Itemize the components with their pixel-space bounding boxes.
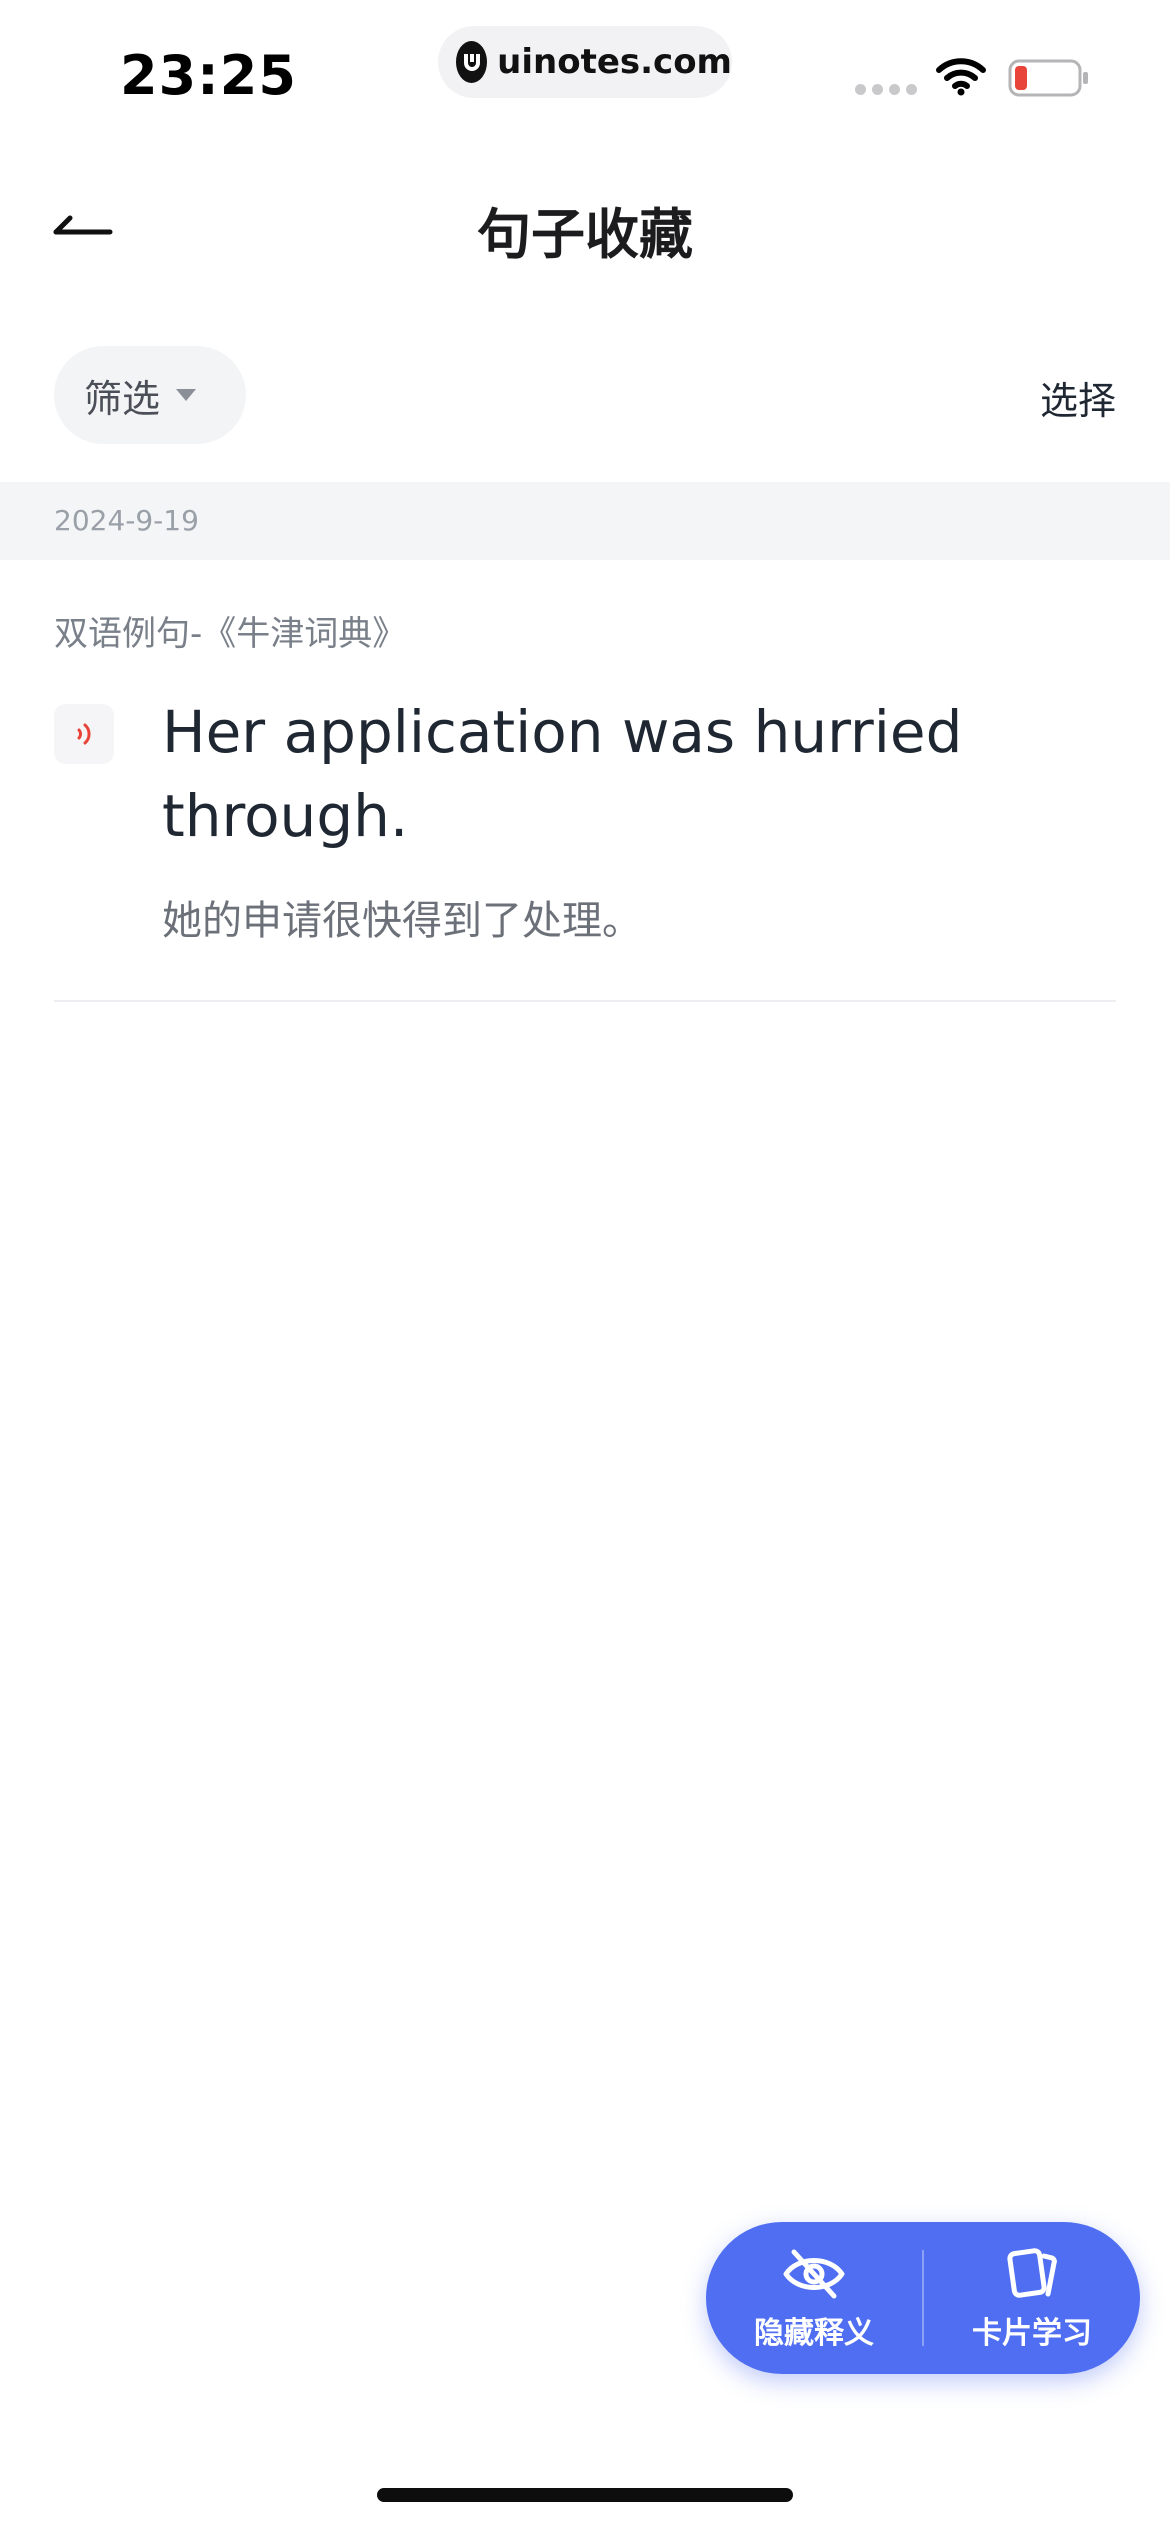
signal-icon xyxy=(855,84,917,95)
eye-off-icon xyxy=(783,2249,845,2299)
url-text: uinotes.com xyxy=(497,42,732,82)
card-study-label: 卡片学习 xyxy=(972,2316,1092,2351)
date-label: 2024-9-19 xyxy=(54,504,199,537)
entry-translation: 她的申请很快得到了处理。 xyxy=(162,898,642,944)
nav-bar: 句子收藏 xyxy=(0,160,1170,290)
page-title: 句子收藏 xyxy=(477,203,693,266)
wifi-icon xyxy=(936,58,986,96)
divider xyxy=(54,1000,1116,1002)
entry-sentence: Her application was hurried through. xyxy=(162,698,963,850)
filter-button[interactable]: 筛选 xyxy=(54,346,246,444)
caret-down-icon xyxy=(176,389,197,401)
select-button[interactable]: 选择 xyxy=(1040,370,1116,425)
site-logo-icon xyxy=(456,41,488,83)
entry-source: 双语例句-《牛津词典》 xyxy=(54,614,407,654)
speaker-icon xyxy=(77,723,91,745)
hide-definition-label: 隐藏释义 xyxy=(754,2316,874,2351)
status-time: 23:25 xyxy=(120,44,297,107)
floating-action-bar: 隐藏释义 卡片学习 xyxy=(706,2222,1140,2374)
status-bar: 23:25 uinotes.com xyxy=(0,0,1170,140)
screen: 23:25 uinotes.com 句子收藏 筛选 选择 2024-9-19 双… xyxy=(0,0,1170,2532)
url-pill[interactable]: uinotes.com xyxy=(438,26,732,98)
hide-definition-button[interactable]: 隐藏释义 xyxy=(706,2222,922,2374)
home-indicator[interactable] xyxy=(377,2488,793,2502)
speaker-button[interactable] xyxy=(54,704,114,764)
card-study-button[interactable]: 卡片学习 xyxy=(924,2222,1140,2374)
filter-label: 筛选 xyxy=(84,376,161,421)
date-section-header: 2024-9-19 xyxy=(0,482,1170,560)
cards-icon xyxy=(1007,2248,1057,2298)
battery-low-icon xyxy=(1008,59,1088,97)
